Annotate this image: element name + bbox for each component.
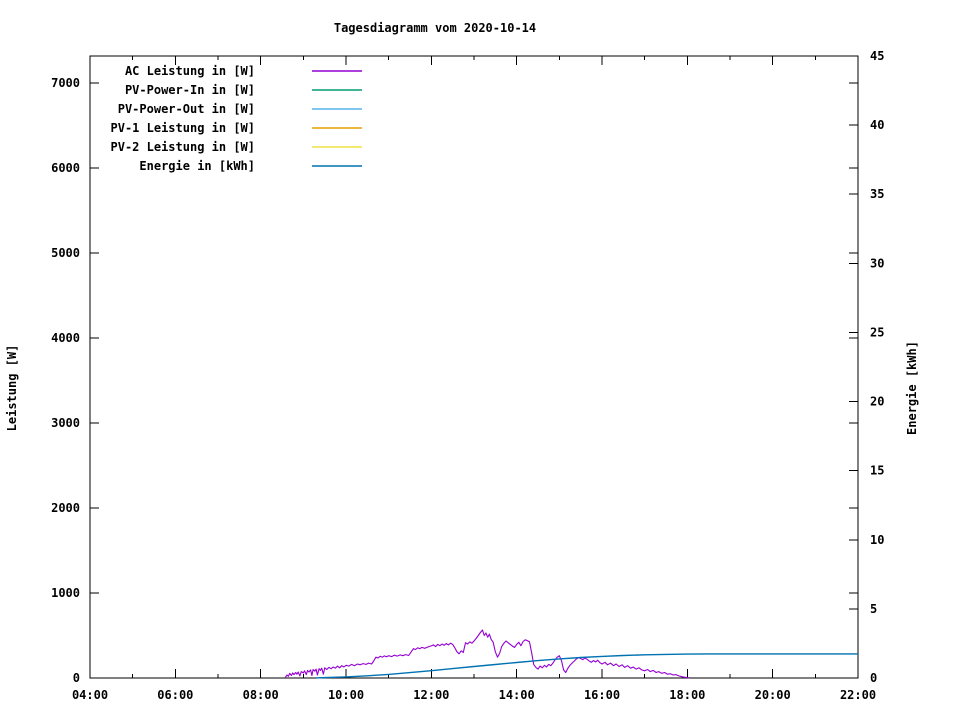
y-right-tick-label: 35 [870, 187, 884, 201]
y-right-tick-label: 5 [870, 602, 877, 616]
x-tick-label: 14:00 [499, 688, 535, 702]
x-tick-label: 04:00 [72, 688, 108, 702]
y-right-tick-label: 45 [870, 49, 884, 63]
legend-label: Energie in [kWh] [139, 159, 255, 173]
y-left-tick-label: 5000 [51, 246, 80, 260]
plot-svg: Tagesdiagramm vom 2020-10-14 Leistung [W… [5, 21, 919, 702]
x-tick-label: 20:00 [755, 688, 791, 702]
x-tick-label: 22:00 [840, 688, 876, 702]
y-left-tick-label: 6000 [51, 161, 80, 175]
x-tick-label: 12:00 [413, 688, 449, 702]
y-right-tick-label: 10 [870, 533, 884, 547]
y-right-tick-label: 20 [870, 395, 884, 409]
chart-canvas: Tagesdiagramm vom 2020-10-14 Leistung [W… [0, 0, 960, 720]
left-axis-title: Leistung [W] [5, 345, 19, 432]
y-right-tick-label: 25 [870, 325, 884, 339]
right-axis-title: Energie [kWh] [905, 341, 919, 435]
chart-title: Tagesdiagramm vom 2020-10-14 [334, 21, 536, 35]
legend-label: PV-1 Leistung in [W] [111, 121, 256, 135]
x-tick-label: 18:00 [669, 688, 705, 702]
x-tick-label: 10:00 [328, 688, 364, 702]
legend-label: PV-Power-Out in [W] [118, 102, 255, 116]
legend-label: PV-2 Leistung in [W] [111, 140, 256, 154]
legend-label: AC Leistung in [W] [125, 64, 255, 78]
y-right-tick-label: 40 [870, 118, 884, 132]
y-left-tick-label: 4000 [51, 331, 80, 345]
x-tick-label: 06:00 [157, 688, 193, 702]
x-tick-label: 16:00 [584, 688, 620, 702]
y-left-tick-label: 0 [73, 671, 80, 685]
y-left-tick-label: 7000 [51, 76, 80, 90]
y-left-tick-label: 3000 [51, 416, 80, 430]
y-right-tick-label: 15 [870, 464, 884, 478]
series-line-energie-in-kwh [316, 653, 858, 679]
y-right-tick-label: 30 [870, 256, 884, 270]
y-right-tick-label: 0 [870, 671, 877, 685]
y-left-tick-label: 1000 [51, 586, 80, 600]
y-left-tick-label: 2000 [51, 501, 80, 515]
x-tick-label: 08:00 [243, 688, 279, 702]
legend-label: PV-Power-In in [W] [125, 83, 255, 97]
